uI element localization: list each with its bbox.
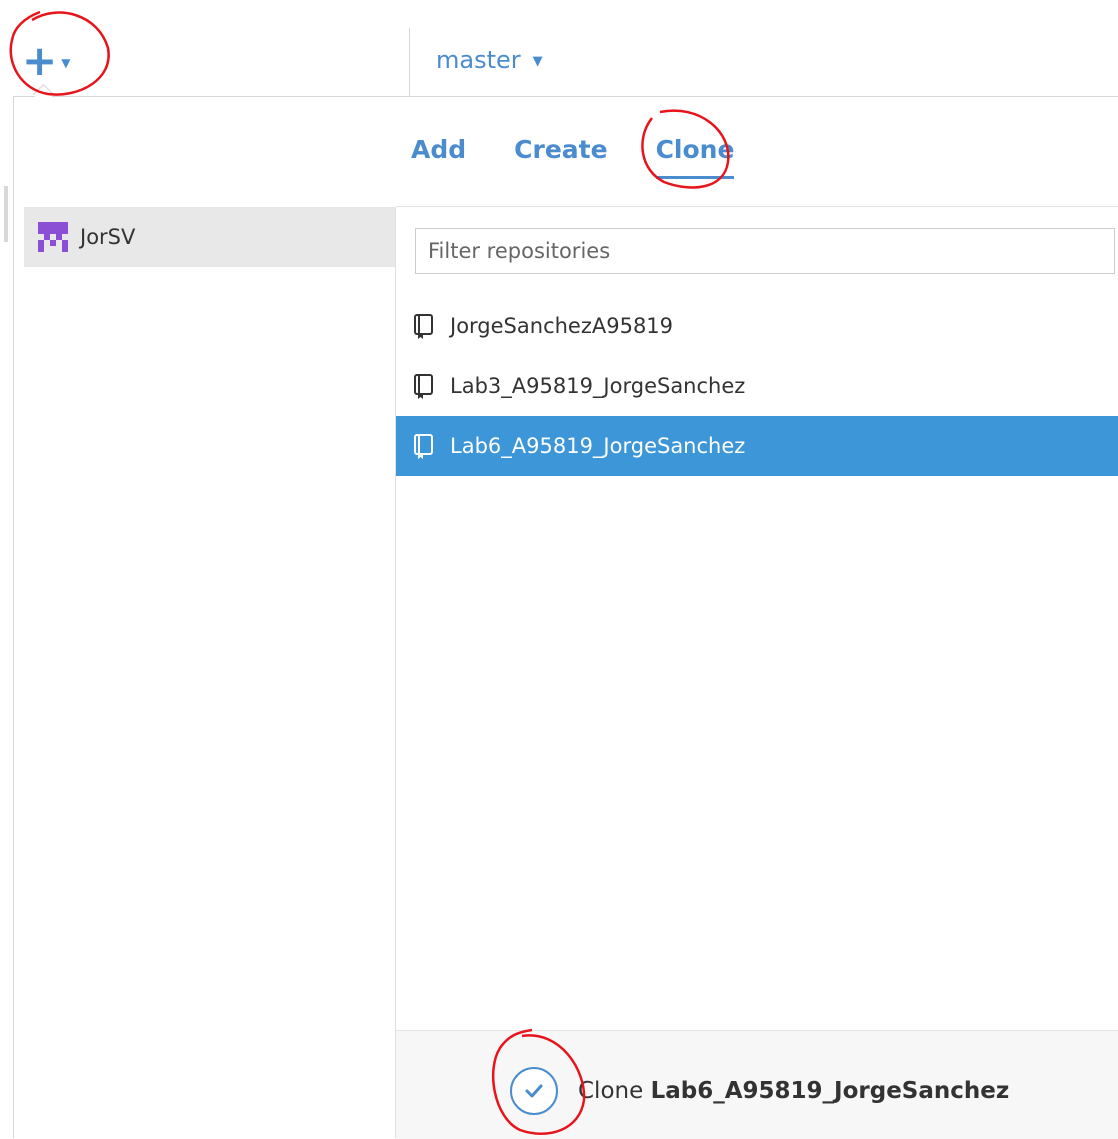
- accounts-sidebar: JorSV: [14, 207, 396, 1138]
- branch-selector[interactable]: master ▼: [436, 42, 543, 78]
- clone-repo-name: Lab6_A95819_JorgeSanchez: [650, 1078, 1010, 1104]
- window-edge: [4, 186, 8, 242]
- repo-icon: [414, 374, 433, 399]
- popover-footer: Clone Lab6_A95819_JorgeSanchez: [396, 1030, 1118, 1139]
- branch-name: master: [436, 46, 521, 74]
- clone-label: Clone Lab6_A95819_JorgeSanchez: [578, 1078, 1010, 1104]
- top-toolbar: + ▼ master ▼: [0, 0, 1118, 96]
- plus-icon: +: [22, 36, 58, 85]
- chevron-down-icon: ▼: [61, 56, 71, 70]
- repo-name: Lab3_A95819_JorgeSanchez: [450, 374, 746, 398]
- repository-list: JorgeSanchezA95819 Lab3_A95819_JorgeSanc…: [396, 296, 1118, 476]
- repo-icon: [414, 314, 433, 339]
- tab-clone[interactable]: Clone: [655, 135, 734, 179]
- add-repository-button[interactable]: + ▼: [22, 38, 92, 84]
- tab-add[interactable]: Add: [411, 135, 466, 175]
- repo-icon: [414, 434, 433, 459]
- clone-button[interactable]: Clone Lab6_A95819_JorgeSanchez: [510, 1067, 1009, 1115]
- repo-item-jorgesancheza95819[interactable]: JorgeSanchezA95819: [396, 296, 1118, 356]
- avatar: [38, 222, 68, 252]
- toolbar-divider: [409, 28, 410, 96]
- account-name: JorSV: [80, 225, 136, 249]
- header-separator: [396, 206, 1118, 207]
- account-item-jorsv[interactable]: JorSV: [24, 207, 395, 267]
- check-icon: [510, 1067, 558, 1115]
- repo-item-lab6[interactable]: Lab6_A95819_JorgeSanchez: [396, 416, 1118, 476]
- chevron-down-icon: ▼: [532, 53, 543, 69]
- tab-create[interactable]: Create: [514, 135, 607, 175]
- repo-item-lab3[interactable]: Lab3_A95819_JorgeSanchez: [396, 356, 1118, 416]
- repo-name: JorgeSanchezA95819: [450, 314, 674, 338]
- popover-tabs: Add Create Clone: [411, 135, 782, 179]
- repo-name: Lab6_A95819_JorgeSanchez: [450, 434, 746, 458]
- filter-repositories-input[interactable]: [415, 228, 1115, 274]
